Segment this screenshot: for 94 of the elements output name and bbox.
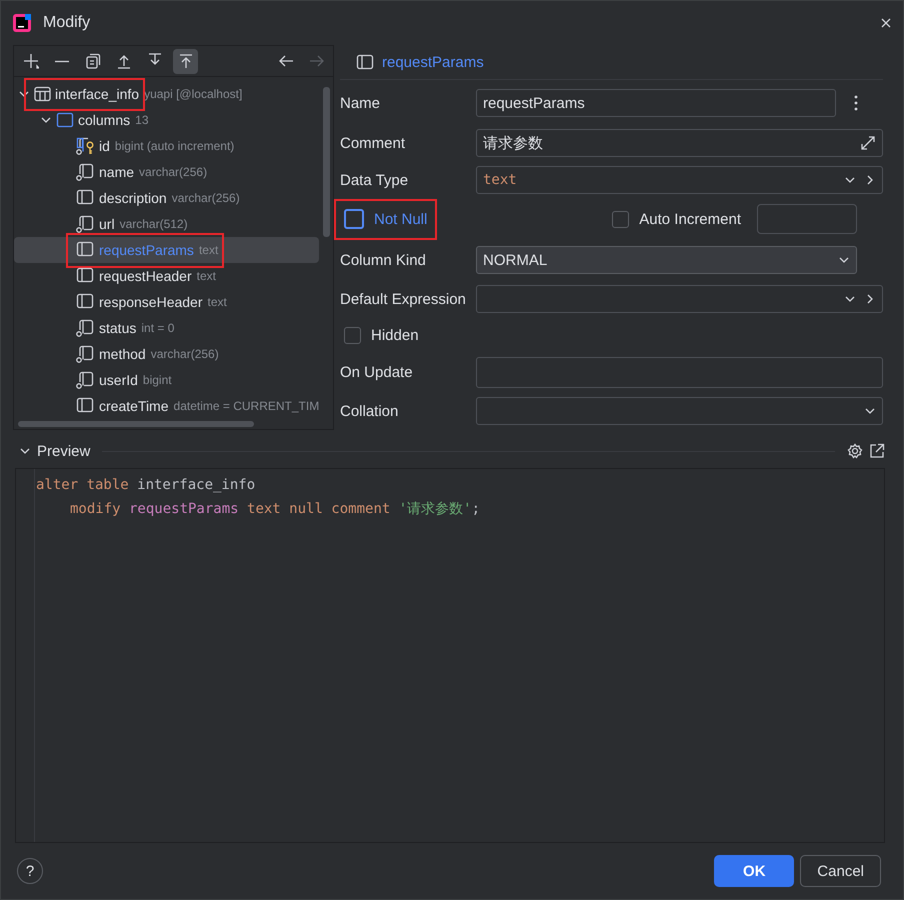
- cancel-button[interactable]: Cancel: [800, 855, 881, 887]
- column-type: text: [196, 269, 216, 283]
- move-to-top-icon: [178, 53, 194, 69]
- column-type: varchar(256): [150, 347, 219, 361]
- column-type: varchar(512): [120, 217, 188, 231]
- expand-icon[interactable]: [860, 135, 876, 151]
- tree-row[interactable]: status int = 0: [14, 315, 319, 341]
- close-icon[interactable]: [881, 18, 891, 28]
- scrollbar[interactable]: [323, 87, 330, 237]
- column-type: text: [198, 243, 218, 257]
- column-icon: [76, 397, 95, 415]
- tree-row[interactable]: requestHeader text: [14, 263, 319, 289]
- key-column-icon: [76, 137, 95, 155]
- open-in-window-icon[interactable]: [869, 443, 885, 459]
- nullable-column-icon: [76, 163, 95, 181]
- column-type: int = 0: [141, 321, 174, 335]
- ok-button[interactable]: OK: [714, 855, 794, 887]
- column-name: status: [99, 320, 136, 336]
- copy-icon: [84, 53, 100, 69]
- window-title: Modify: [43, 14, 92, 32]
- checkbox-label: Hidden: [371, 326, 419, 344]
- tree-row[interactable]: responseHeader text: [14, 289, 319, 315]
- checkbox[interactable]: [344, 326, 361, 344]
- data-type-combo[interactable]: text: [476, 166, 883, 194]
- column-name: responseHeader: [99, 294, 203, 310]
- field-label: On Update: [340, 364, 413, 380]
- code-editor[interactable]: alter table interface_info modify requestParams text null comment '请求参数';: [15, 468, 885, 843]
- column-type: text: [208, 295, 227, 309]
- column-title: requestParams: [382, 54, 484, 70]
- column-icon: [356, 54, 374, 70]
- code-line: modify requestParams text null comment '请求参数';: [70, 500, 480, 519]
- comment-field[interactable]: 请求参数: [476, 129, 883, 157]
- code-line: alter table interface_info: [36, 476, 256, 495]
- help-button[interactable]: ?: [17, 858, 43, 884]
- column-name: method: [99, 346, 146, 362]
- item-count: 13: [135, 113, 148, 127]
- tree-row[interactable]: userId bigint: [14, 367, 319, 393]
- scrollbar[interactable]: [18, 421, 254, 427]
- app-logo-icon: [13, 14, 31, 32]
- column-name: createTime: [99, 398, 169, 414]
- tree-row[interactable]: name varchar(256): [14, 159, 319, 185]
- forward-arrow-icon: [308, 53, 324, 69]
- back-arrow-icon: [278, 53, 294, 69]
- tree-row[interactable]: id bigint (auto increment): [14, 133, 319, 159]
- column-icon: [76, 189, 95, 207]
- checkbox[interactable]: [344, 209, 364, 229]
- column-icon: [76, 293, 95, 311]
- column-name: url: [99, 216, 115, 232]
- folder-name: columns: [78, 112, 130, 128]
- field-label: Comment: [340, 134, 406, 152]
- tree-row[interactable]: url varchar(512): [14, 211, 319, 237]
- field-label: Default Expression: [340, 290, 466, 308]
- column-type: bigint: [142, 373, 172, 387]
- column-name: name: [99, 164, 134, 180]
- table-schema: yuapi [@localhost]: [144, 87, 242, 101]
- field-label: Column Kind: [340, 252, 426, 268]
- settings-icon[interactable]: [847, 443, 863, 459]
- nullable-column-icon: [76, 319, 95, 337]
- column-type: datetime = CURRENT_TIM: [174, 399, 320, 413]
- column-name: requestHeader: [99, 268, 192, 284]
- checkbox-label: Auto Increment: [639, 210, 741, 228]
- input-field[interactable]: [757, 204, 857, 234]
- section-title: Preview: [37, 442, 90, 460]
- checkbox-label: Not Null: [374, 210, 428, 228]
- name-field[interactable]: requestParams: [476, 89, 836, 117]
- column-type: varchar(256): [139, 165, 208, 179]
- checkbox[interactable]: [612, 210, 630, 228]
- field-label: Collation: [340, 402, 398, 420]
- column-kind-dropdown[interactable]: NORMAL: [476, 246, 857, 274]
- column-icon: [76, 241, 95, 259]
- column-name: userId: [99, 372, 138, 388]
- table-name: interface_info: [55, 86, 140, 102]
- column-type: varchar(256): [172, 191, 240, 205]
- column-name: id: [99, 138, 110, 154]
- column-icon: [76, 267, 95, 285]
- table-icon: [34, 86, 51, 102]
- nullable-column-icon: [76, 345, 95, 363]
- field-label: Data Type: [340, 172, 408, 188]
- tree-row[interactable]: createTime datetime = CURRENT_TIM: [14, 393, 324, 419]
- more-icon[interactable]: [854, 95, 858, 111]
- folder-icon: [56, 112, 74, 128]
- remove-icon: [54, 60, 68, 62]
- move-to-top-button[interactable]: [173, 48, 198, 74]
- nullable-column-icon: [76, 371, 95, 389]
- add-icon: [22, 53, 38, 69]
- column-name: description: [99, 190, 167, 206]
- column-name: requestParams: [99, 242, 194, 258]
- on-update-field[interactable]: [476, 356, 883, 388]
- tree-row[interactable]: description varchar(256): [14, 185, 319, 211]
- tree-row[interactable]: method varchar(256): [14, 341, 319, 367]
- move-up-icon: [116, 53, 132, 69]
- nullable-column-icon: [76, 215, 95, 233]
- column-type: bigint (auto increment): [114, 139, 234, 153]
- field-label: Name: [340, 94, 380, 112]
